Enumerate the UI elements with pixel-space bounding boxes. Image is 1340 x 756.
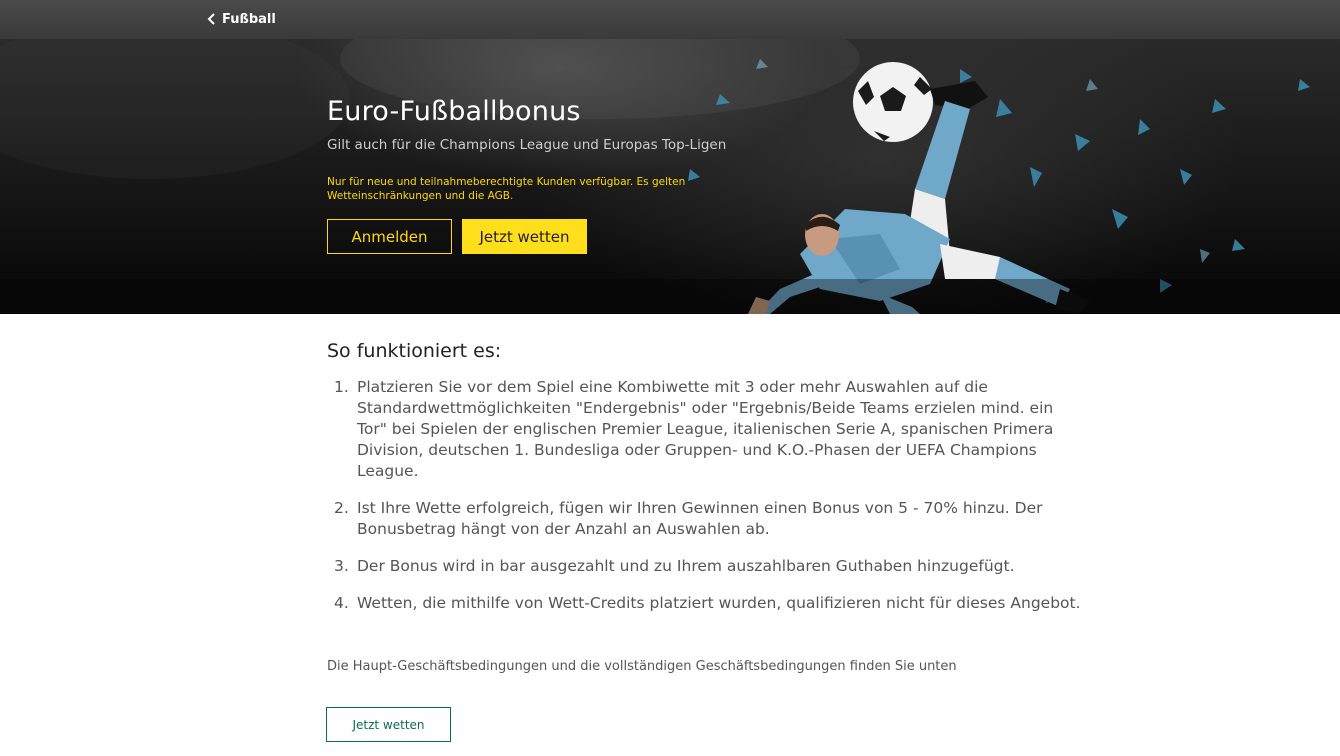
- promo-title: Euro-Fußballbonus: [327, 96, 581, 127]
- step-text: Wetten, die mithilfe von Wett-Credits pl…: [357, 594, 1081, 612]
- step-number: 3.: [334, 557, 349, 575]
- top-navigation-bar: Fußball: [0, 0, 1340, 39]
- bet-now-button[interactable]: Jetzt wetten: [462, 219, 587, 254]
- login-button[interactable]: Anmelden: [327, 219, 452, 254]
- steps-list: 1. Platzieren Sie vor dem Spiel eine Kom…: [327, 377, 1087, 614]
- section-title: So funktioniert es:: [327, 340, 502, 362]
- step-text: Der Bonus wird in bar ausgezahlt und zu …: [357, 557, 1015, 575]
- terms-footnote: Die Haupt-Geschäftsbedingungen und die v…: [327, 659, 957, 674]
- back-to-football-link[interactable]: Fußball: [207, 10, 276, 28]
- back-link-label: Fußball: [222, 11, 276, 27]
- how-it-works-section: So funktioniert es: 1. Platzieren Sie vo…: [327, 340, 1087, 630]
- promo-disclaimer: Nur für neue und teilnahmeberechtigte Ku…: [327, 176, 686, 202]
- list-item: 2. Ist Ihre Wette erfolgreich, fügen wir…: [327, 498, 1087, 540]
- step-number: 2.: [334, 499, 349, 517]
- list-item: 1. Platzieren Sie vor dem Spiel eine Kom…: [327, 377, 1087, 482]
- list-item: 4. Wetten, die mithilfe von Wett-Credits…: [327, 593, 1087, 614]
- promo-subtitle: Gilt auch für die Champions League und E…: [327, 137, 727, 153]
- step-number: 4.: [334, 594, 349, 612]
- chevron-left-icon: [207, 13, 215, 25]
- bottom-bet-now-button[interactable]: Jetzt wetten: [326, 707, 451, 742]
- step-text: Platzieren Sie vor dem Spiel eine Kombiw…: [357, 378, 1054, 480]
- step-text: Ist Ihre Wette erfolgreich, fügen wir Ih…: [357, 499, 1043, 538]
- promo-hero-banner: Euro-Fußballbonus Gilt auch für die Cham…: [0, 39, 1340, 314]
- list-item: 3. Der Bonus wird in bar ausgezahlt und …: [327, 556, 1087, 577]
- step-number: 1.: [334, 378, 349, 396]
